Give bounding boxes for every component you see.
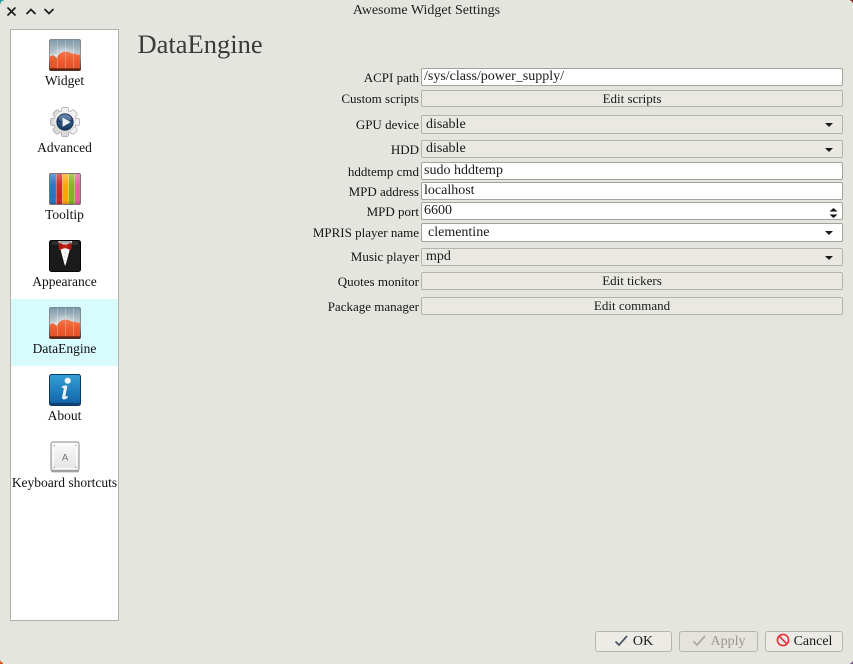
svg-text:A: A — [61, 453, 68, 464]
